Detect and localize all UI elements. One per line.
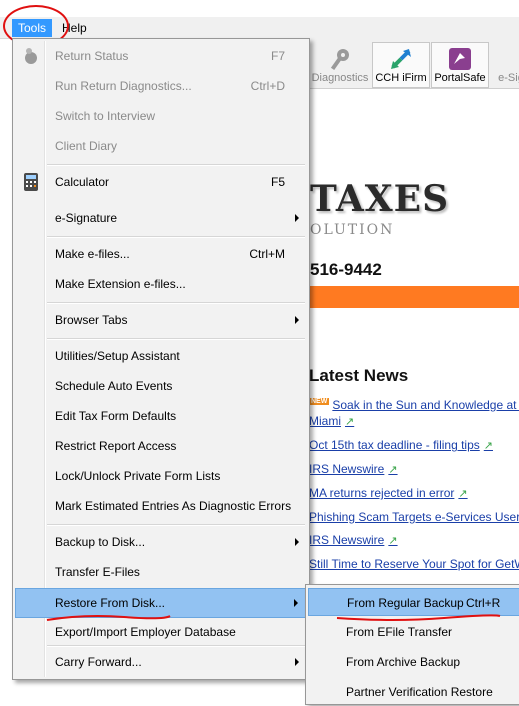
brand-subtitle: OLUTION xyxy=(310,222,395,238)
menu-separator xyxy=(47,338,305,340)
return-status-icon xyxy=(25,48,37,64)
news-item[interactable]: Still Time to Reserve Your Spot for GetW xyxy=(309,557,519,571)
red-annotation-underline xyxy=(336,614,501,621)
portalsafe-button[interactable]: PortalSafe xyxy=(431,42,489,88)
esig-label: e-Sig xyxy=(498,72,519,84)
menu-separator xyxy=(47,236,305,238)
cch-ifirm-label: CCH iFirm xyxy=(375,72,427,84)
brand-title: TAXES xyxy=(310,178,450,220)
menu-separator xyxy=(47,524,305,526)
restore-submenu: From Regular Backup Ctrl+R From EFile Tr… xyxy=(305,584,519,705)
tools-menu: Return Status F7 Run Return Diagnostics.… xyxy=(12,38,310,680)
external-link-icon: ↗ xyxy=(483,440,493,452)
menu-separator xyxy=(47,302,305,304)
menu-item-edit-tax-form-defaults[interactable]: Edit Tax Form Defaults xyxy=(15,403,307,429)
news-item[interactable]: MA returns rejected in error ↗ xyxy=(309,486,468,500)
menu-item-lock-unlock-form-lists[interactable]: Lock/Unlock Private Form Lists xyxy=(15,463,307,489)
menu-item-backup-to-disk[interactable]: Backup to Disk... xyxy=(15,529,307,555)
cch-ifirm-icon xyxy=(391,49,411,69)
menu-item-carry-forward[interactable]: Carry Forward... xyxy=(15,649,307,675)
submenu-arrow-icon xyxy=(294,599,298,607)
menu-item-return-status[interactable]: Return Status F7 xyxy=(15,43,307,69)
diagnostics-button[interactable]: Diagnostics xyxy=(308,42,372,88)
external-link-icon: ↗ xyxy=(388,464,398,476)
menu-item-browser-tabs[interactable]: Browser Tabs xyxy=(15,307,307,333)
esig-button[interactable]: e-Sig xyxy=(490,42,519,88)
external-link-icon: ↗ xyxy=(345,416,355,428)
submenu-arrow-icon xyxy=(295,316,299,324)
diagnostics-label: Diagnostics xyxy=(311,72,369,84)
calculator-icon xyxy=(24,173,38,191)
news-heading: Latest News xyxy=(309,366,409,385)
menu-item-run-diagnostics[interactable]: Run Return Diagnostics... Ctrl+D xyxy=(15,73,307,99)
key-icon xyxy=(330,49,349,71)
external-link-icon: ↗ xyxy=(388,535,398,547)
external-link-icon: ↗ xyxy=(458,488,468,500)
menu-item-transfer-efiles[interactable]: Transfer E-Files xyxy=(15,559,307,585)
submenu-item-partner-verification-restore[interactable]: Partner Verification Restore xyxy=(308,678,519,706)
menu-item-make-efiles[interactable]: Make e-files... Ctrl+M xyxy=(15,241,307,267)
menu-item-make-extension-efiles[interactable]: Make Extension e-files... xyxy=(15,271,307,297)
new-badge: NEW xyxy=(309,398,330,405)
submenu-arrow-icon xyxy=(295,214,299,222)
news-item[interactable]: Oct 15th tax deadline - filing tips ↗ xyxy=(309,438,493,452)
news-item[interactable]: NEW Soak in the Sun and Knowledge at C xyxy=(309,398,519,412)
menu-item-mark-estimated-entries[interactable]: Mark Estimated Entries As Diagnostic Err… xyxy=(15,493,307,519)
submenu-arrow-icon xyxy=(295,658,299,666)
menu-item-utilities-setup[interactable]: Utilities/Setup Assistant xyxy=(15,343,307,369)
menu-item-restrict-report-access[interactable]: Restrict Report Access xyxy=(15,433,307,459)
menu-separator xyxy=(47,164,305,166)
submenu-item-from-archive-backup[interactable]: From Archive Backup xyxy=(308,648,519,676)
news-item[interactable]: IRS Newswire ↗ xyxy=(309,533,398,547)
toolbar: Diagnostics CCH iFirm PortalSafe e-Sig xyxy=(300,38,519,89)
menu-item-switch-interview[interactable]: Switch to Interview xyxy=(15,103,307,129)
menu-separator xyxy=(47,645,305,647)
submenu-arrow-icon xyxy=(295,538,299,546)
orange-nav-bar xyxy=(300,286,519,308)
portalsafe-icon xyxy=(449,48,471,70)
portalsafe-label: PortalSafe xyxy=(434,72,486,84)
news-item[interactable]: IRS Newswire ↗ xyxy=(309,462,398,476)
menu-item-e-signature[interactable]: e-Signature xyxy=(15,205,307,231)
menu-item-calculator[interactable]: Calculator F5 xyxy=(15,169,307,195)
red-annotation-underline xyxy=(46,615,171,621)
menu-item-client-diary[interactable]: Client Diary xyxy=(15,133,307,159)
news-item[interactable]: Miami ↗ xyxy=(309,414,354,428)
menu-item-schedule-auto-events[interactable]: Schedule Auto Events xyxy=(15,373,307,399)
menu-bar: Tools Help xyxy=(0,17,519,39)
news-item[interactable]: Phishing Scam Targets e-Services Users xyxy=(309,510,519,524)
phone-number: 516-9442 xyxy=(310,260,382,279)
cch-ifirm-button[interactable]: CCH iFirm xyxy=(372,42,430,88)
